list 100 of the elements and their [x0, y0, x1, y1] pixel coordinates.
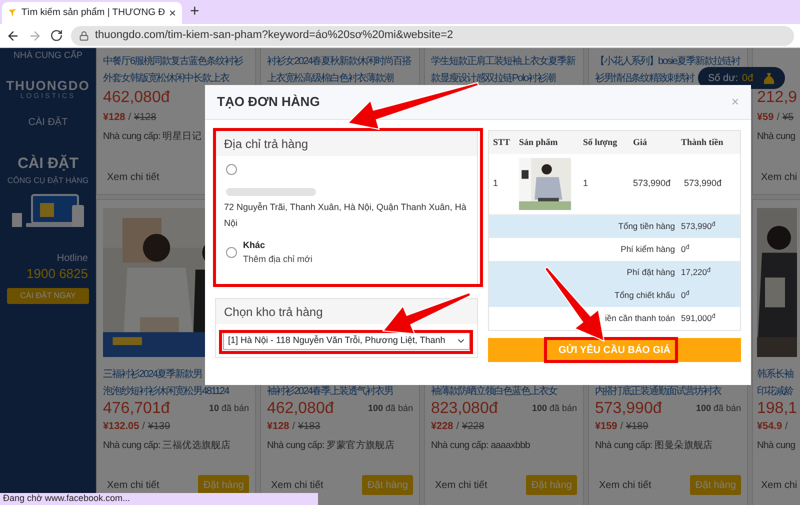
sidebar-label: NHÀ CUNG CẤP — [13, 49, 82, 62]
tab-title: Tìm kiếm sản phẩm | THƯƠNG Đ — [21, 6, 165, 20]
logo-name: THUONGDO — [6, 78, 90, 92]
supplier-text: Nhà cung cấp: 明星日记 — [103, 130, 202, 144]
table-cell-text: 1 — [583, 177, 590, 190]
yuan-price: ¥128 — [267, 420, 290, 434]
radio-button[interactable] — [226, 246, 237, 258]
url-text: thuongdo.com/tim-kiem-san-pham?keyword=áo%20sơ%20mi&website=2 — [95, 28, 454, 44]
new-tab-button[interactable]: + — [190, 2, 200, 22]
product-title[interactable]: 衫男情侣条纹精致刺绣衬 — [595, 70, 694, 87]
product-title[interactable]: 款显瘦设计感双拉链Polo衬衫潮 — [431, 70, 556, 87]
product-title[interactable]: 袖衬衫2024春季上装透气衬衣男 — [267, 383, 394, 400]
old-yuan-price: ¥183 — [298, 420, 320, 434]
hotline-number: 1900 6825 — [26, 266, 88, 282]
summary-label: Phí đặt hàng — [626, 266, 676, 279]
lock-icon — [79, 30, 89, 40]
product-title[interactable]: 内搭打底正装通勤面试营坊衬衣 — [595, 383, 721, 400]
separator-slash: / — [776, 110, 780, 124]
table-cell-text: 573,990đ — [684, 177, 723, 190]
yuan-price: ¥159 — [595, 420, 618, 434]
product-title[interactable]: 外套女韩版宽松休闲中长款上衣 — [103, 70, 229, 87]
sold-count: 100 đã bán — [532, 402, 577, 416]
tab-close-button[interactable]: × — [168, 4, 176, 22]
reload-icon[interactable] — [50, 29, 63, 42]
product-price: 476,701đ — [103, 399, 170, 419]
product-price: 823,080đ — [431, 399, 498, 419]
old-yuan-price: ¥5 — [782, 110, 794, 124]
panel-title: Địa chỉ trả hàng — [224, 136, 308, 152]
yuan-price: ¥59 — [757, 110, 774, 124]
detail-link[interactable]: Xem chi — [761, 170, 798, 184]
product-price: 198,1 — [757, 399, 798, 419]
radio-button[interactable] — [226, 164, 237, 174]
option-label: Khác — [243, 239, 266, 252]
install-button[interactable]: CÀI ĐẶT NGAY — [7, 288, 89, 304]
supplier-text: Nhà cung — [757, 438, 796, 453]
column-header: Sản phẩm — [518, 136, 559, 149]
supplier-text: Nhà cung cấp: 罗蒙官方旗舰店 — [267, 438, 395, 453]
favicon-icon — [8, 7, 18, 19]
product-price: 212,9 — [757, 88, 798, 108]
column-header: Số lượng — [583, 136, 618, 149]
column-header: Thành tiền — [680, 136, 724, 149]
detail-link[interactable]: Xem chi tiết — [107, 478, 160, 492]
product-title[interactable]: 中餐厅6服桃同款复古蓝色条纹衬衫 — [103, 53, 243, 70]
product-title[interactable]: 上衣宽松高级棉白色衬衣薄款潮 — [267, 70, 393, 87]
status-text: Đang chờ www.facebook.com... — [3, 492, 130, 505]
table-cell-text: 573,990đ — [633, 177, 672, 190]
sold-count: 100 đã bán — [696, 402, 741, 416]
summary-label: Phí kiểm hàng — [620, 243, 676, 256]
summary-value: 0$^{đ}$ — [681, 243, 690, 256]
supplier-text: Nhà cung cấp: aaaaxbbb — [431, 438, 530, 453]
product-title[interactable]: 印花减龄 — [757, 383, 793, 400]
hotline-label: Hotline — [56, 252, 88, 266]
option-hint: Thêm địa chỉ mới — [243, 253, 312, 266]
old-yuan-price: ¥228 — [462, 420, 484, 434]
back-icon[interactable] — [6, 28, 20, 42]
yuan-price: ¥54.9 — [757, 420, 782, 434]
product-title[interactable]: 袖薄款防晒立领白色蓝色上衣女 — [431, 383, 557, 400]
yuan-price: ¥128 — [103, 110, 126, 124]
product-title[interactable]: 【小花人系列】bosie夏季新款拉链衬 — [595, 53, 740, 70]
product-title[interactable]: 三福衬衫2024夏季新款男 — [103, 366, 202, 383]
detail-link[interactable]: Xem chi tiết — [271, 478, 324, 492]
separator-slash: / — [142, 420, 145, 434]
summary-value: 591,000$^{đ}$ — [681, 312, 716, 325]
product-title[interactable]: 学生短款正肩工装短袖上衣女夏季新 — [431, 53, 575, 70]
supplier-text: Nhà cung cấp: 三福优选旗舰店 — [103, 438, 231, 453]
address-bar[interactable]: thuongdo.com/tim-kiem-san-pham?keyword=áo%20sơ%20mi&website=2 — [71, 26, 794, 46]
product-title[interactable]: 泡泡纱短衬衫休闲宽松男481124 — [103, 383, 229, 400]
summary-label: iền cần thanh toán — [604, 312, 676, 325]
product-title[interactable]: 韩系长袖 — [757, 366, 793, 383]
product-title[interactable]: 衬衫女2024春夏秋新款休闲时尚百搭 — [267, 53, 412, 70]
summary-value: 573,990$^{đ}$ — [681, 220, 716, 233]
old-yuan-price: ¥128 — [134, 110, 156, 124]
dialog-title: TẠO ĐƠN HÀNG — [217, 93, 320, 112]
browser-tab[interactable]: Tìm kiếm sản phẩm | THƯƠNG Đ × — [2, 2, 182, 24]
summary-value: 0$^{đ}$ — [681, 289, 690, 302]
address-text: 72 Nguyễn Trãi, Thanh Xuân, Hà Nội, Quận Thanh Xuân, Hà Nội — [224, 201, 468, 230]
product-price: 462,080đ — [103, 88, 170, 108]
money-bag-icon — [763, 72, 776, 84]
old-yuan-price: ¥189 — [626, 420, 648, 434]
sold-count: 10 đã bán — [208, 402, 249, 416]
detail-link[interactable]: Xem chi tiết — [107, 170, 160, 184]
install-subtitle: CÔNG CỤ ĐẶT HÀNG — [7, 174, 89, 186]
detail-link[interactable]: Xem chi — [761, 478, 798, 492]
separator-slash: / — [292, 420, 296, 434]
separator-slash: / — [785, 420, 788, 434]
balance-label: Số dư: — [708, 72, 738, 86]
old-yuan-price: ¥139 — [148, 420, 170, 434]
detail-link[interactable]: Xem chi tiết — [599, 478, 652, 492]
detail-link[interactable]: Xem chi tiết — [435, 478, 488, 492]
yuan-price: ¥132.05 — [103, 420, 140, 434]
summary-label: Tổng chiết khấu — [614, 289, 676, 302]
separator-slash: / — [620, 420, 624, 434]
column-header: STT — [492, 136, 512, 149]
product-price: 573,990đ — [595, 399, 662, 419]
product-price: 462,080đ — [267, 399, 334, 419]
close-button[interactable]: × — [731, 92, 739, 112]
forward-icon[interactable] — [28, 28, 42, 42]
supplier-text: Nhà cung cấp: 图曼朵旗舰店 — [595, 438, 713, 453]
summary-value: 17,220$^{đ}$ — [681, 266, 711, 279]
summary-label: Tổng tiền hàng — [617, 220, 676, 233]
